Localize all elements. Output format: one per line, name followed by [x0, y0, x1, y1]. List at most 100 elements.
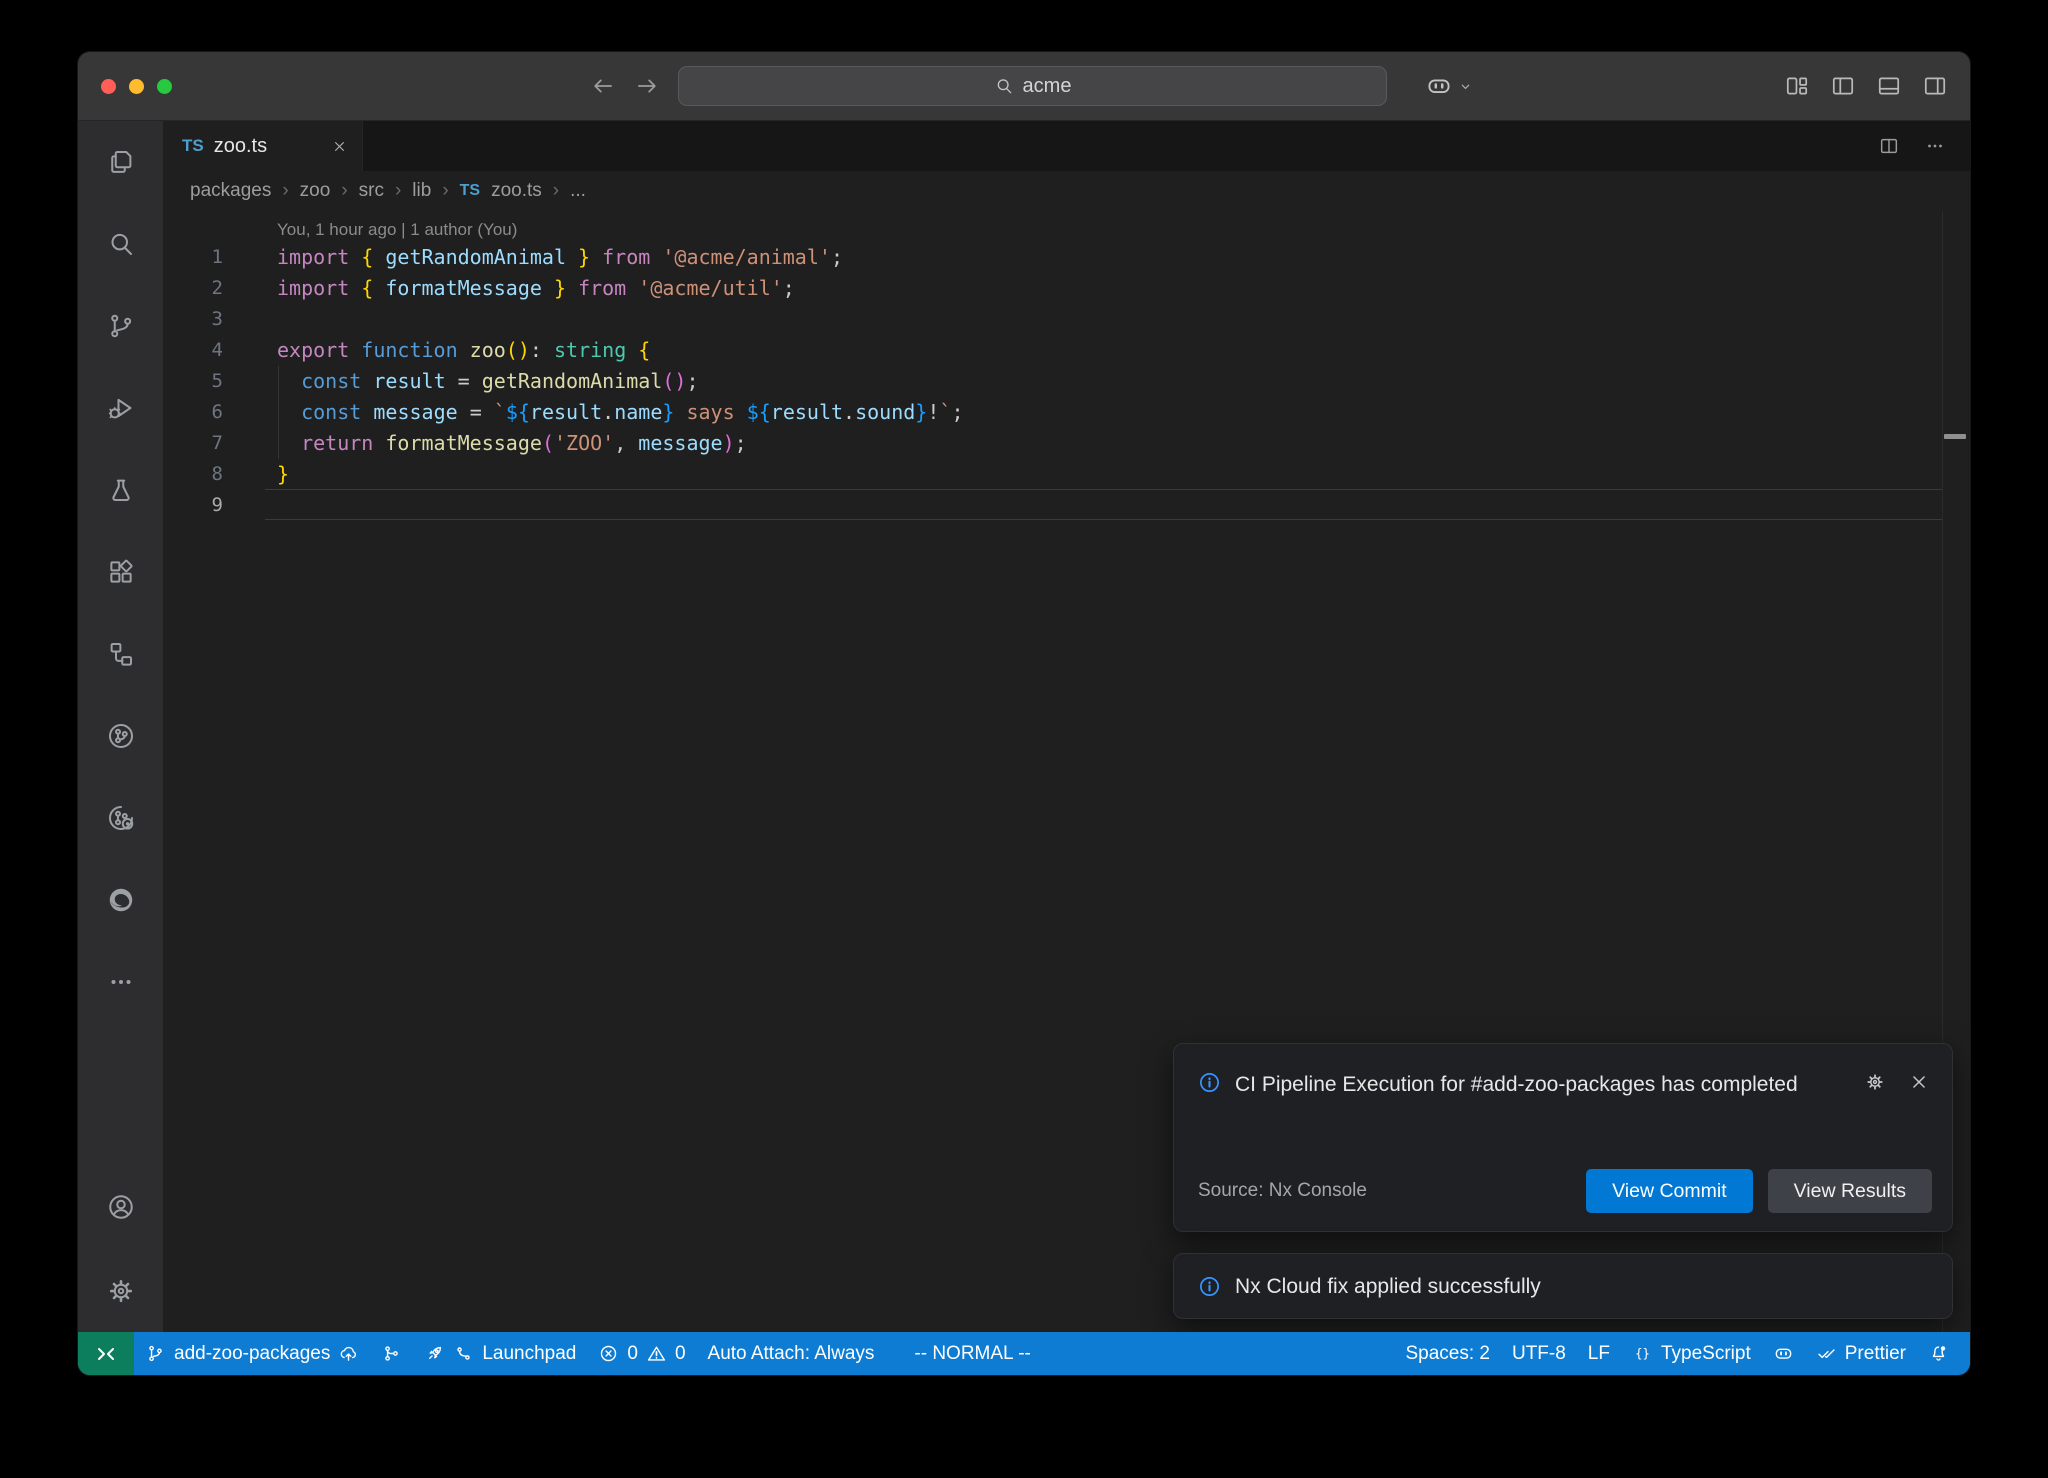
split-editor-icon[interactable]: [1878, 135, 1900, 157]
activity-item-source-control[interactable]: [78, 285, 163, 367]
code-line-3[interactable]: 3: [163, 304, 1970, 335]
line-number: 6: [163, 397, 223, 428]
status-eol[interactable]: LF: [1577, 1332, 1621, 1375]
activity-item-nx-console[interactable]: [78, 695, 163, 777]
code-line-9[interactable]: 9: [163, 490, 1970, 521]
tab-close-icon[interactable]: [331, 138, 348, 155]
token: =: [458, 400, 494, 424]
token: .: [602, 400, 614, 424]
token: [277, 431, 301, 455]
mini-branch-icon: [453, 1343, 474, 1364]
activity-item-explorer[interactable]: [78, 121, 163, 203]
code-line-7[interactable]: 7 return formatMessage('ZOO', message);: [163, 428, 1970, 459]
status-launchpad[interactable]: Launchpad: [413, 1332, 587, 1375]
layout-sidebar-left-icon[interactable]: [1830, 73, 1856, 99]
edge-icon: [106, 885, 136, 915]
status-language[interactable]: {}TypeScript: [1621, 1332, 1762, 1375]
toast-buttons: View Commit View Results: [1586, 1169, 1932, 1213]
info-icon: [1198, 1275, 1221, 1298]
line-number: 4: [163, 335, 223, 366]
token: ;: [783, 276, 795, 300]
chevron-down-icon: [1457, 78, 1474, 95]
status-indentation[interactable]: Spaces: 2: [1394, 1332, 1501, 1375]
layout-panel-icon[interactable]: [1876, 73, 1902, 99]
breadcrumb-src[interactable]: src: [359, 180, 384, 202]
status-text: UTF-8: [1512, 1343, 1566, 1365]
token: [349, 338, 361, 362]
status-text: -- NORMAL --: [914, 1343, 1030, 1365]
token: [361, 369, 373, 393]
title-bar: acme: [78, 52, 1970, 121]
status-text: LF: [1588, 1343, 1610, 1365]
forward-arrow-icon[interactable]: [634, 73, 660, 99]
notification-message: Nx Cloud fix applied successfully: [1235, 1268, 1541, 1305]
activity-item-edge[interactable]: [78, 859, 163, 941]
code-line-2[interactable]: 2import { formatMessage } from '@acme/ut…: [163, 273, 1970, 304]
tab-bar: TSzoo.ts: [163, 121, 1970, 171]
status-left: add-zoo-packages Launchpad00 Auto Attach: …: [134, 1332, 1042, 1375]
activity-item-extensions[interactable]: [78, 531, 163, 613]
status-notifications-bell[interactable]: [1917, 1332, 1960, 1375]
activity-item-search[interactable]: [78, 203, 163, 285]
toast-header: CI Pipeline Execution for #add-zoo-packa…: [1198, 1066, 1930, 1103]
tab-zoo.ts[interactable]: TSzoo.ts: [163, 121, 363, 171]
copilot-menu-button[interactable]: [1425, 52, 1474, 120]
gear-icon[interactable]: [1864, 1071, 1886, 1093]
line-number: 2: [163, 273, 223, 304]
activity-item-settings[interactable]: [78, 1250, 163, 1332]
status-problems[interactable]: 00: [587, 1332, 696, 1375]
code-line-1[interactable]: 1import { getRandomAnimal } from '@acme/…: [163, 242, 1970, 273]
minimize-button[interactable]: [129, 79, 144, 94]
layout-customize-icon[interactable]: [1784, 73, 1810, 99]
status-formatter[interactable]: Prettier: [1805, 1332, 1917, 1375]
code-line-5[interactable]: 5 const result = getRandomAnimal();: [163, 366, 1970, 397]
account-icon: [106, 1192, 136, 1222]
activity-item-run-debug[interactable]: [78, 367, 163, 449]
status-git-graph-item[interactable]: [370, 1332, 413, 1375]
breadcrumb-lib[interactable]: lib: [412, 180, 431, 202]
command-center-search[interactable]: acme: [678, 66, 1387, 106]
activity-item-account[interactable]: [78, 1166, 163, 1250]
view-commit-button[interactable]: View Commit: [1586, 1169, 1753, 1213]
breadcrumb-zoo[interactable]: zoo: [300, 180, 331, 202]
token: ;: [951, 400, 963, 424]
extensions-icon: [106, 557, 136, 587]
code-line-8[interactable]: 8}: [163, 459, 1970, 490]
status-git-branch-item[interactable]: add-zoo-packages: [134, 1332, 370, 1375]
code-line-4[interactable]: 4export function zoo(): string {: [163, 335, 1970, 366]
layout-controls: [1784, 52, 1948, 120]
breadcrumb-packages[interactable]: packages: [190, 180, 271, 202]
breadcrumb-symbol-tail[interactable]: ...: [570, 180, 586, 202]
view-results-button[interactable]: View Results: [1768, 1169, 1932, 1213]
close-button[interactable]: [101, 79, 116, 94]
zoom-button[interactable]: [157, 79, 172, 94]
code-line-6[interactable]: 6 const message = `${result.name} says $…: [163, 397, 1970, 428]
settings-icon: [106, 1276, 136, 1306]
more-horizontal-icon[interactable]: [1924, 135, 1946, 157]
close-icon[interactable]: [1908, 1071, 1930, 1093]
token: formatMessage: [373, 276, 554, 300]
run-debug-icon: [106, 393, 136, 423]
status-auto-attach[interactable]: Auto Attach: Always: [697, 1332, 886, 1375]
breadcrumb-file[interactable]: zoo.ts: [491, 180, 542, 202]
activity-item-references[interactable]: [78, 613, 163, 695]
token: [277, 400, 301, 424]
status-copilot-status[interactable]: [1762, 1332, 1805, 1375]
layout-sidebar-right-icon[interactable]: [1922, 73, 1948, 99]
token: `: [939, 400, 951, 424]
status-encoding[interactable]: UTF-8: [1501, 1332, 1577, 1375]
activity-item-nx-cloud[interactable]: [78, 777, 163, 859]
status-text: Auto Attach: Always: [708, 1343, 875, 1365]
warning-icon: [646, 1343, 667, 1364]
token: return: [301, 431, 373, 455]
breadcrumb-separator: ›: [341, 180, 347, 202]
back-arrow-icon[interactable]: [590, 73, 616, 99]
activity-item-testing[interactable]: [78, 449, 163, 531]
status-vim-mode[interactable]: -- NORMAL --: [903, 1332, 1041, 1375]
remote-indicator[interactable]: [78, 1332, 134, 1375]
activity-item-more[interactable]: [78, 941, 163, 1023]
token: export: [277, 338, 349, 362]
status-text: TypeScript: [1661, 1343, 1751, 1365]
token: import: [277, 276, 349, 300]
line-number: 1: [163, 242, 223, 273]
